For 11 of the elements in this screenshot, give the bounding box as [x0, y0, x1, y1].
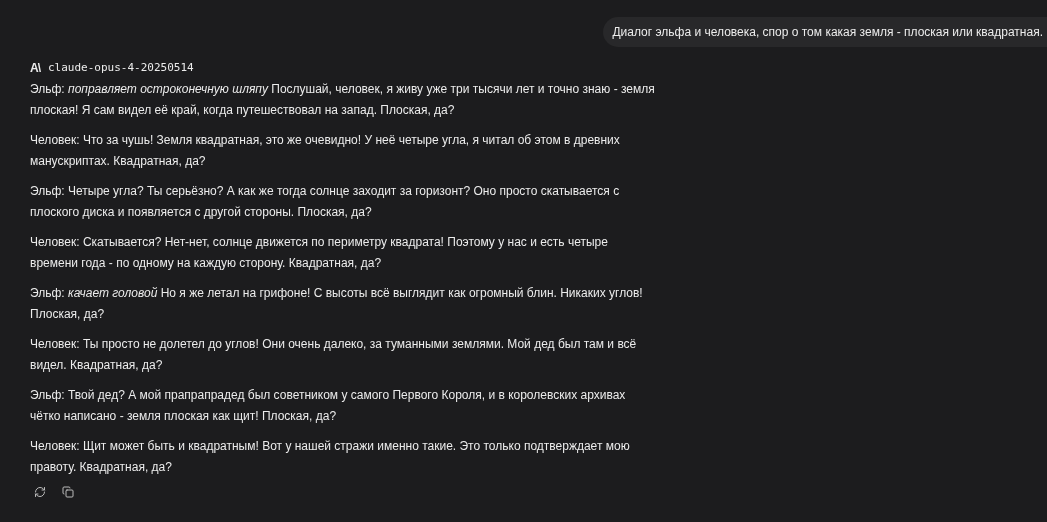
model-name: claude-opus-4-20250514: [48, 59, 194, 76]
reply-paragraph: Человек: Скатывается? Нет-нет, солнце движется по периметру квадрата! Поэтому у нас и есть четыре времени года - по одному на каждую сторону. Квадратная, да?: [30, 234, 609, 272]
reply-paragraph: Эльф: Твой дед? А мой прапрапрадед был советником у самого Первого Короля, и в королевских архивах чётко написано - земля плоская как щит! Плоская, да?: [30, 387, 627, 425]
reply-paragraph: Человек: Ты просто не долетел до углов! Они очень далеко, за туманными землями. Мой дед был там и всё видел. Квадратная, да?: [30, 336, 638, 374]
reply-paragraph: Эльф: Четыре угла? Ты серьёзно? А как же тогда солнце заходит за горизонт? Оно просто скатывается с плоского диска и появляется с другой стороны. Плоская, да?: [30, 183, 621, 221]
logo: A\: [30, 60, 40, 77]
reply-paragraph: Человек: Что за чушь! Земля квадратная, это же очевидно! У неё четыре угла, я читал об этом в древних манускриптах. Квадратная, да?: [30, 132, 621, 170]
reply-paragraph: Эльф: качает головой Но я же летал на грифоне! С высоты всё выглядит как огромный блин. Никаких углов! Плоская, да?: [30, 285, 644, 323]
reply-paragraph: Человек: Щит может быть и квадратным! Вот у нашей стражи именно такие. Это только подтверждает мою правоту. Квадратная, да?: [30, 438, 631, 476]
reply-paragraph: Эльф: поправляет остроконечную шляпу Послушай, человек, я живу уже три тысячи лет и точно знаю - земля плоская! Я сам видел её край, когда путешествовал на запад. Плоская, да?: [30, 81, 655, 119]
user-message: Диалог эльфа и человека, спор о том какая земля - плоская или квадратная.: [603, 17, 1047, 47]
